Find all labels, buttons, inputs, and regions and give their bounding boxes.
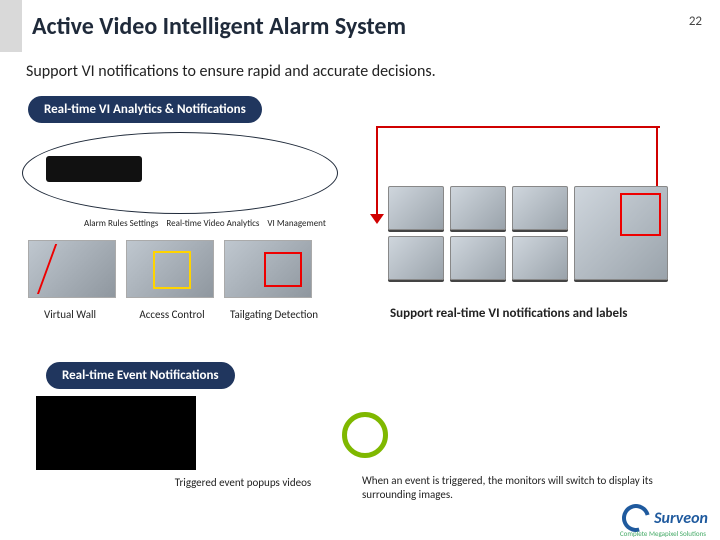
label-alarm-rules: Alarm Rules Settings <box>84 218 158 229</box>
brand-logo: Surveon <box>622 504 708 532</box>
label-tailgating: Tailgating Detection <box>228 308 320 321</box>
thumb-tailgating <box>224 240 312 298</box>
subtitle: Support VI notifications to ensure rapid… <box>26 62 436 81</box>
flow-arrow-icon <box>376 126 660 128</box>
analytics-thumb-labels: Virtual Wall Access Control Tailgating D… <box>24 308 320 321</box>
monitor-icon <box>388 236 444 280</box>
thumb-access-control <box>126 240 214 298</box>
monitor-large-icon <box>574 186 668 280</box>
flow-arrow-icon <box>376 126 378 218</box>
analytics-thumbnails <box>28 240 312 298</box>
monitor-icon <box>450 186 506 230</box>
label-access-control: Access Control <box>126 308 218 321</box>
monitor-icon <box>450 236 506 280</box>
title-bar: Active Video Intelligent Alarm System <box>0 0 720 52</box>
monitor-caption: Support real-time VI notifications and l… <box>390 306 627 321</box>
pill-analytics: Real-time VI Analytics & Notifications <box>28 96 262 123</box>
logo-text: Surveon <box>654 509 708 528</box>
monitor-icon <box>512 186 568 230</box>
label-virtual-wall: Virtual Wall <box>24 308 116 321</box>
event-popup-caption: Triggered event popups videos <box>168 476 318 490</box>
pill-events: Real-time Event Notifications <box>46 362 235 389</box>
nvr-device-icon <box>46 156 142 182</box>
event-popup-video <box>36 396 196 470</box>
label-vi-management: VI Management <box>267 218 325 229</box>
slide-title: Active Video Intelligent Alarm System <box>32 12 406 41</box>
monitor-icon <box>388 186 444 230</box>
thumb-virtual-wall <box>28 240 116 298</box>
event-right-caption: When an event is triggered, the monitors… <box>362 474 662 503</box>
label-realtime-analytics: Real-time Video Analytics <box>166 218 259 229</box>
highlight-circle-icon <box>342 412 388 458</box>
flow-arrow-icon <box>656 126 658 192</box>
arrowhead-icon <box>370 214 384 224</box>
slide: Active Video Intelligent Alarm System 22… <box>0 0 720 540</box>
monitor-wall <box>388 186 668 286</box>
monitor-icon <box>512 236 568 280</box>
page-number: 22 <box>689 14 702 29</box>
title-accent <box>0 0 22 52</box>
logo-tagline: Complete Megapixel Solutions <box>620 529 706 538</box>
device-sublabels: Alarm Rules Settings Real-time Video Ana… <box>84 218 326 229</box>
